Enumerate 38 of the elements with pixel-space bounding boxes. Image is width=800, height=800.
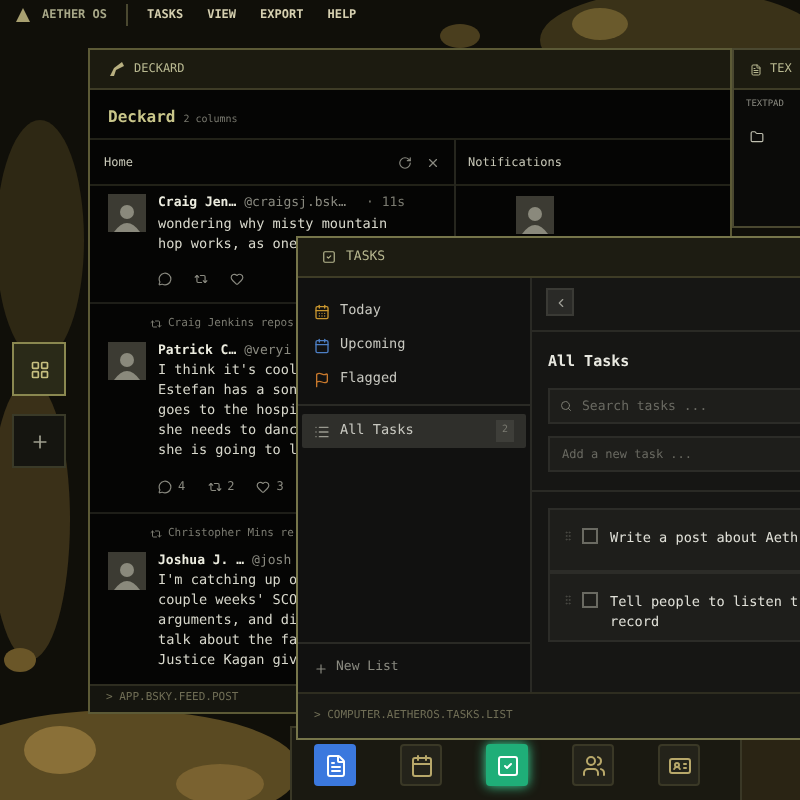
app-icon — [110, 62, 124, 76]
like-icon[interactable] — [230, 272, 244, 287]
reply-icon[interactable] — [158, 272, 172, 287]
search-icon — [560, 400, 572, 413]
avatar — [108, 194, 146, 232]
repost-icon[interactable] — [207, 480, 222, 495]
repost-icon — [150, 318, 162, 331]
grid-icon — [29, 359, 49, 379]
people-icon — [581, 753, 605, 777]
list-icon — [314, 423, 330, 439]
dock-app-button[interactable] — [314, 744, 356, 786]
checkbox-icon — [322, 250, 336, 264]
plus-icon — [314, 661, 328, 675]
app-heading: Deckard — [108, 106, 176, 130]
triangle-logo-icon — [16, 8, 30, 22]
dock-app-button[interactable] — [572, 744, 614, 786]
plus-icon — [29, 431, 49, 451]
task-checkbox[interactable] — [582, 528, 598, 545]
avatar — [516, 196, 554, 234]
like-icon[interactable] — [256, 480, 271, 495]
close-icon[interactable] — [426, 155, 440, 169]
folder-icon[interactable] — [750, 129, 764, 144]
calendar-icon — [409, 753, 433, 777]
avatar — [108, 551, 146, 590]
document-icon — [323, 753, 347, 777]
id-card-icon — [667, 753, 691, 777]
reply-icon[interactable] — [158, 480, 172, 495]
avatar — [108, 341, 146, 380]
repost-icon — [150, 528, 162, 541]
app-button[interactable] — [12, 342, 66, 396]
document-icon — [750, 63, 762, 75]
repost-icon[interactable] — [194, 272, 208, 287]
checkbox-icon — [495, 753, 519, 777]
refresh-icon[interactable] — [398, 155, 412, 169]
task-checkbox[interactable] — [582, 592, 598, 609]
back-icon — [553, 295, 567, 309]
dock-app-button[interactable] — [400, 744, 442, 786]
dock-app-button[interactable] — [658, 744, 700, 786]
